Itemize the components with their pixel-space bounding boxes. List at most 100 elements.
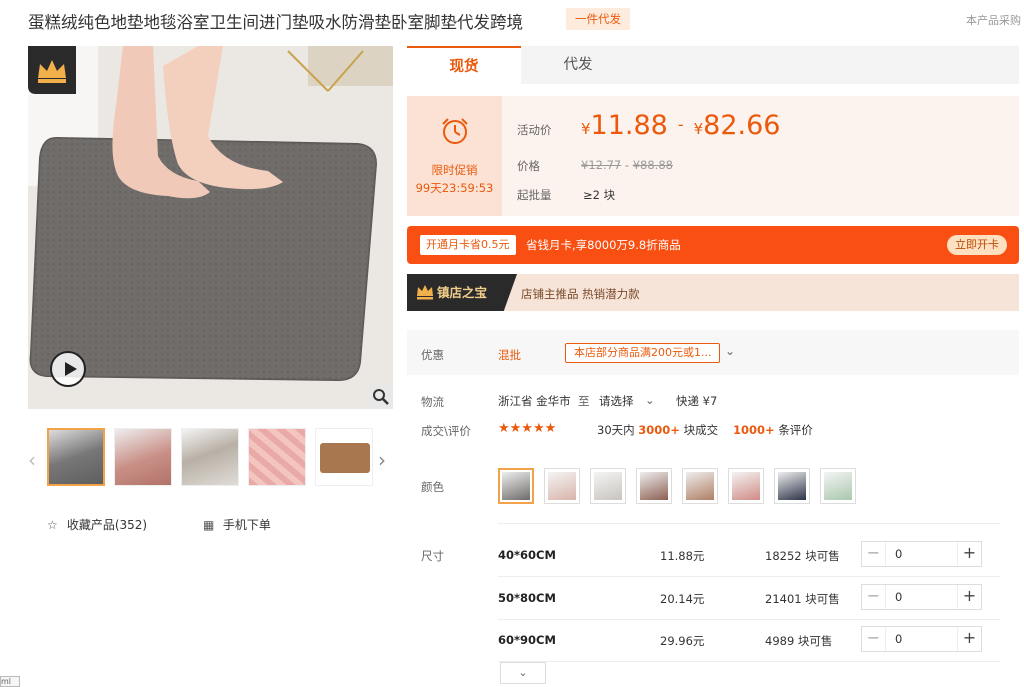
size-stock: 4989 块可售 [765, 634, 833, 648]
size-price: 11.88元 [660, 549, 705, 563]
purchase-tabs: 现货 代发 [407, 46, 1019, 84]
size-stock: 18252 块可售 [765, 549, 840, 563]
currency-symbol: ¥ [581, 120, 591, 138]
store-treasure-label: 镇店之宝 [437, 285, 488, 300]
original-price-label: 价格 [517, 159, 540, 173]
quantity-stepper: − 0 + [861, 541, 982, 567]
coupon-tag[interactable]: 本店部分商品满200元或1... [565, 343, 721, 363]
swatch-fill [502, 472, 530, 500]
color-swatch[interactable] [728, 468, 764, 504]
thumbnail-3[interactable] [181, 428, 239, 486]
deals-label: 成交\评价 [421, 424, 471, 438]
main-product-image[interactable] [28, 46, 393, 409]
thumbnail-2[interactable] [114, 428, 172, 486]
size-name: 50*80CM [498, 591, 556, 605]
activity-price-range: ¥11.88- ¥82.66 [581, 110, 780, 141]
mobile-order-button[interactable]: ▦ 手机下单 [203, 516, 271, 533]
divider [498, 619, 1000, 620]
color-swatch[interactable] [498, 468, 534, 504]
size-price: 20.14元 [660, 592, 705, 606]
swatch-fill [548, 472, 576, 500]
month-card-tag: 开通月卡省0.5元 [420, 235, 516, 255]
activity-price-label: 活动价 [517, 123, 552, 137]
star-icon: ☆ [47, 518, 58, 532]
flash-sale-block: 限时促销 99天23:59:53 [407, 96, 502, 216]
size-name: 60*90CM [498, 633, 556, 647]
mobile-order-label: 手机下单 [222, 518, 271, 532]
corner-label: ml [0, 676, 20, 687]
color-swatch[interactable] [820, 468, 856, 504]
collect-product-button[interactable]: ☆ 收藏产品(352) [47, 516, 147, 533]
activity-price-high: 82.66 [703, 110, 781, 141]
size-stock: 21401 块可售 [765, 592, 840, 606]
quantity-input[interactable]: 0 [895, 590, 902, 604]
dropship-badge: 一件代发 [566, 8, 630, 30]
swatch-fill [824, 472, 852, 500]
coupon-label: 优惠 [421, 348, 444, 362]
expand-sizes-button[interactable]: ⌄ [500, 662, 546, 684]
ship-to-word: 至 [578, 394, 590, 408]
tab-dropship[interactable]: 代发 [521, 46, 635, 84]
crown-icon [417, 285, 433, 300]
review-stat[interactable]: 1000+ 条评价 [733, 422, 813, 438]
quantity-stepper: − 0 + [861, 626, 982, 652]
zoom-button[interactable] [369, 385, 393, 409]
thumbnail-prev-button[interactable]: ‹ [28, 448, 36, 472]
color-swatch[interactable] [774, 468, 810, 504]
month-card-text: 省钱月卡,享8000万9.8折商品 [526, 238, 681, 252]
alarm-clock-icon [442, 118, 468, 144]
original-price-sep: - [624, 158, 630, 172]
quantity-input[interactable]: 0 [895, 632, 902, 646]
currency-symbol: ¥ [693, 120, 704, 138]
logistics-label: 物流 [421, 395, 444, 409]
product-page: 蛋糕绒纯色地垫地毯浴室卫生间进门垫吸水防滑垫卧室脚垫代发跨境 一件代发 本产品采… [0, 0, 1024, 687]
color-swatch[interactable] [636, 468, 672, 504]
swatch-fill [686, 472, 714, 500]
price-dash: - [677, 115, 684, 134]
month-card-banner[interactable]: 开通月卡省0.5元 省钱月卡,享8000万9.8折商品 立即开卡 [407, 226, 1019, 264]
bath-mat-photo [28, 46, 393, 409]
deals-days: 30天内 [597, 423, 635, 437]
increase-button[interactable]: + [957, 585, 981, 609]
countdown-timer: 99天23:59:53 [415, 181, 494, 195]
swatch-fill [778, 472, 806, 500]
flash-sale-label: 限时促销 [431, 163, 478, 177]
color-swatch[interactable] [682, 468, 718, 504]
increase-button[interactable]: + [957, 627, 981, 651]
coupon-type: 混批 [498, 348, 521, 362]
purchase-note: 本产品采购 [966, 14, 1021, 27]
crown-icon [28, 46, 76, 94]
deal-suffix: 块成交 [683, 423, 719, 437]
color-swatch[interactable] [544, 468, 580, 504]
collect-label: 收藏产品(352) [66, 518, 148, 532]
magnifier-icon [373, 389, 389, 405]
chevron-down-icon[interactable]: ⌄ [645, 393, 655, 407]
rating-stars: ★★★★★ [498, 421, 557, 436]
moq-label: 起批量 [517, 188, 552, 202]
deal-count: 3000+ [638, 423, 680, 437]
chevron-down-icon[interactable]: ⌄ [725, 344, 735, 358]
thumbnail-4[interactable] [248, 428, 306, 486]
size-label: 尺寸 [421, 549, 444, 563]
decrease-button[interactable]: − [862, 585, 886, 609]
price-panel: 限时促销 99天23:59:53 活动价 ¥11.88- ¥82.66 价格 ¥1… [407, 96, 1019, 216]
qr-code-icon: ▦ [203, 518, 215, 532]
quantity-stepper: − 0 + [861, 584, 982, 610]
decrease-button[interactable]: − [862, 542, 886, 566]
color-swatch[interactable] [590, 468, 626, 504]
increase-button[interactable]: + [957, 542, 981, 566]
open-card-button[interactable]: 立即开卡 [947, 235, 1007, 255]
quantity-input[interactable]: 0 [895, 547, 902, 561]
swatch-fill [732, 472, 760, 500]
divider [498, 523, 1000, 524]
thumbnail-strip [47, 428, 375, 488]
thumbnail-5[interactable] [315, 428, 373, 486]
store-treasure-banner: 镇店之宝 店铺主推品 热销潜力款 [407, 274, 1019, 311]
tab-in-stock[interactable]: 现货 [407, 46, 521, 84]
decrease-button[interactable]: − [862, 627, 886, 651]
divider [498, 661, 1000, 662]
thumbnail-1[interactable] [47, 428, 105, 486]
thumbnail-next-button[interactable]: › [378, 448, 386, 472]
play-video-button[interactable] [50, 351, 86, 387]
destination-select[interactable]: 请选择 [599, 393, 634, 409]
